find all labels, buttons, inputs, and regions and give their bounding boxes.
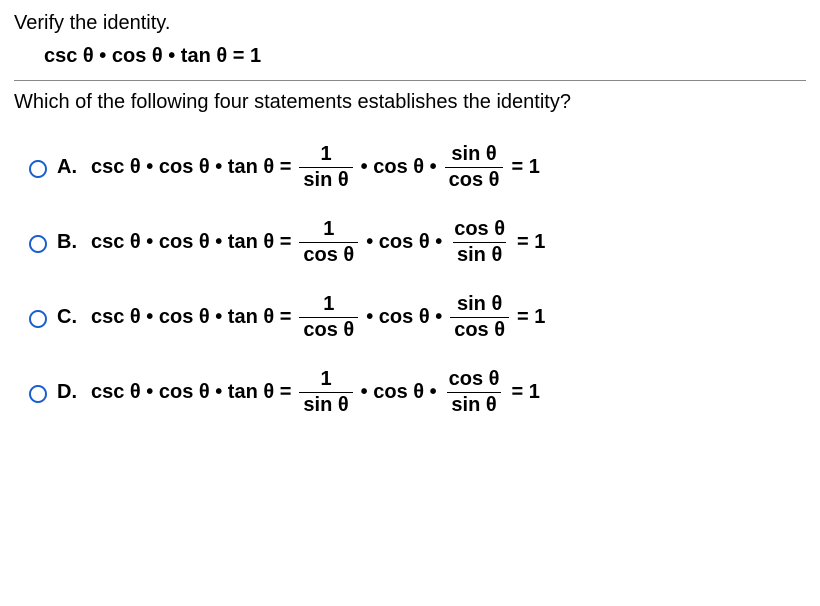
middle-text: • cos θ • xyxy=(361,381,437,404)
frac2-den: sin θ xyxy=(453,242,506,266)
fraction-1: 1 sin θ xyxy=(299,144,352,191)
option-c-expression: csc θ • cos θ • tan θ = 1 cos θ • cos θ … xyxy=(91,294,545,341)
lhs-text: csc θ • cos θ • tan θ = xyxy=(91,381,291,404)
frac2-num: cos θ xyxy=(450,219,509,242)
frac1-den: cos θ xyxy=(299,317,358,341)
fraction-1: 1 sin θ xyxy=(299,369,352,416)
fraction-1: 1 cos θ xyxy=(299,219,358,266)
tail-text: = 1 xyxy=(511,156,539,179)
option-b-radio[interactable] xyxy=(29,235,47,253)
option-d-expression: csc θ • cos θ • tan θ = 1 sin θ • cos θ … xyxy=(91,369,540,416)
option-b[interactable]: B. csc θ • cos θ • tan θ = 1 cos θ • cos… xyxy=(24,219,806,266)
option-d-radio[interactable] xyxy=(29,385,47,403)
option-a[interactable]: A. csc θ • cos θ • tan θ = 1 sin θ • cos… xyxy=(24,144,806,191)
option-c-radio[interactable] xyxy=(29,310,47,328)
fraction-1: 1 cos θ xyxy=(299,294,358,341)
option-b-label: B. xyxy=(57,231,81,254)
frac2-num: sin θ xyxy=(447,144,500,167)
lhs-text: csc θ • cos θ • tan θ = xyxy=(91,231,291,254)
frac1-num: 1 xyxy=(319,294,338,317)
identity-expression: csc θ • cos θ • tan θ = 1 xyxy=(44,45,806,68)
fraction-2: sin θ cos θ xyxy=(445,144,504,191)
lhs-text: csc θ • cos θ • tan θ = xyxy=(91,306,291,329)
tail-text: = 1 xyxy=(517,306,545,329)
option-a-radio[interactable] xyxy=(29,160,47,178)
frac2-den: sin θ xyxy=(447,392,500,416)
fraction-2: cos θ sin θ xyxy=(445,369,504,416)
option-a-label: A. xyxy=(57,156,81,179)
option-d-label: D. xyxy=(57,381,81,404)
options-group: A. csc θ • cos θ • tan θ = 1 sin θ • cos… xyxy=(24,144,806,416)
frac2-num: cos θ xyxy=(445,369,504,392)
tail-text: = 1 xyxy=(517,231,545,254)
prompt-text: Verify the identity. xyxy=(14,12,806,35)
option-b-expression: csc θ • cos θ • tan θ = 1 cos θ • cos θ … xyxy=(91,219,545,266)
frac2-den: cos θ xyxy=(445,167,504,191)
frac1-den: sin θ xyxy=(299,167,352,191)
frac1-num: 1 xyxy=(316,144,335,167)
frac1-num: 1 xyxy=(319,219,338,242)
separator xyxy=(14,80,806,81)
frac2-den: cos θ xyxy=(450,317,509,341)
middle-text: • cos θ • xyxy=(366,306,442,329)
frac1-den: sin θ xyxy=(299,392,352,416)
middle-text: • cos θ • xyxy=(361,156,437,179)
frac2-num: sin θ xyxy=(453,294,506,317)
frac1-den: cos θ xyxy=(299,242,358,266)
option-d[interactable]: D. csc θ • cos θ • tan θ = 1 sin θ • cos… xyxy=(24,369,806,416)
fraction-2: sin θ cos θ xyxy=(450,294,509,341)
middle-text: • cos θ • xyxy=(366,231,442,254)
lhs-text: csc θ • cos θ • tan θ = xyxy=(91,156,291,179)
frac1-num: 1 xyxy=(316,369,335,392)
option-c-label: C. xyxy=(57,306,81,329)
tail-text: = 1 xyxy=(511,381,539,404)
fraction-2: cos θ sin θ xyxy=(450,219,509,266)
option-c[interactable]: C. csc θ • cos θ • tan θ = 1 cos θ • cos… xyxy=(24,294,806,341)
question-text: Which of the following four statements e… xyxy=(14,91,806,114)
option-a-expression: csc θ • cos θ • tan θ = 1 sin θ • cos θ … xyxy=(91,144,540,191)
